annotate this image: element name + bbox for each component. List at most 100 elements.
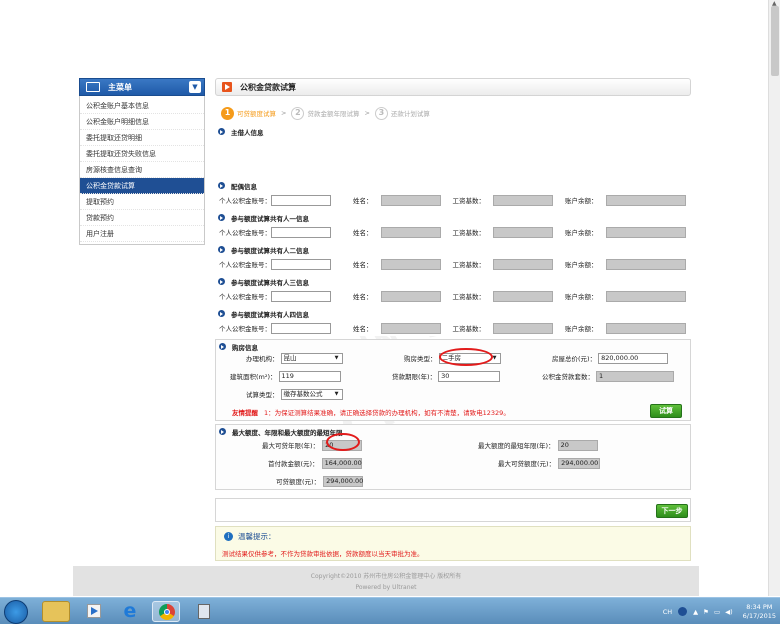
account-input[interactable] bbox=[271, 322, 331, 334]
menu-item-loan-appointment[interactable]: 贷款预约 bbox=[80, 210, 204, 226]
calculator-icon[interactable] bbox=[190, 601, 218, 622]
co-owner-3-block: 参与额度试算共有人三信息 个人公积金账号： 姓名： 工资基数： 账户余额： bbox=[215, 277, 691, 309]
tip-row: 友情提醒 1：为保证测算结果准确，请正确选择贷款的办理机构，如有不清楚，请致电1… bbox=[232, 406, 510, 418]
name-label: 姓名： bbox=[353, 293, 373, 301]
step-2-label: 贷款金额年限试算 bbox=[307, 110, 360, 118]
vertical-scrollbar[interactable]: ▲ bbox=[768, 0, 780, 596]
name-field bbox=[380, 194, 441, 206]
notice-header: i 温馨提示： bbox=[224, 531, 276, 542]
field-row: 个人公积金账号： 姓名： 工资基数： 账户余额： bbox=[219, 258, 686, 270]
section-arrow-icon bbox=[219, 428, 226, 435]
page-footer: Copyright©2010 苏州市住房公积金管理中心 版权所有 Powered… bbox=[73, 566, 699, 596]
step-3-badge: 3 bbox=[374, 106, 388, 120]
field-row: 个人公积金账号： 姓名： 工资基数： 账户余额： bbox=[219, 322, 686, 334]
flag-icon[interactable]: ⚑ bbox=[703, 608, 709, 616]
main-menu-header[interactable]: 主菜单 ▼ bbox=[79, 78, 205, 96]
balance-label: 账户余额： bbox=[565, 261, 598, 269]
area-input[interactable]: 119 bbox=[278, 370, 341, 382]
balance-label: 账户余额： bbox=[565, 197, 598, 205]
step-arrow-icon: > bbox=[281, 109, 287, 117]
total-price-row: 房屋总价(元)： 820,000.00 bbox=[552, 352, 669, 364]
clock-date: 6/17/2015 bbox=[742, 611, 776, 620]
co-owner-1-block: 参与额度试算共有人一信息 个人公积金账号： 姓名： 工资基数： 账户余额： bbox=[215, 213, 691, 245]
times-field: 1 bbox=[596, 370, 674, 382]
tip-text: 1：为保证测算结果准确，请正确选择贷款的办理机构，如有不清楚，请致电12329。 bbox=[264, 409, 510, 417]
loanable-field: 294,000.00 bbox=[323, 475, 363, 487]
max-amount-label: 最大可贷额度(元)： bbox=[498, 460, 556, 468]
formula-select[interactable]: 缴存基数公式 ▼ bbox=[280, 388, 343, 400]
main-panel: 公积金贷款试算 1 可贷额度试算 > 2 贷款金额年限试算 > 3 还款计划试算… bbox=[215, 78, 691, 137]
notice-text: 测试结果仅供参考，不作为贷款审批依据，贷款额度以当天审批为准。 bbox=[222, 550, 424, 558]
menu-item-entrust-detail[interactable]: 委托提取还贷明细 bbox=[80, 130, 204, 146]
scrollbar-thumb[interactable] bbox=[771, 6, 779, 76]
account-input[interactable] bbox=[271, 194, 331, 206]
balance-field bbox=[605, 258, 686, 270]
loanable-label: 可贷额度(元)： bbox=[276, 478, 321, 486]
years-input[interactable]: 30 bbox=[438, 370, 501, 382]
section-title: 参与额度试算共有人三信息 bbox=[231, 278, 309, 287]
balance-label: 账户余额： bbox=[565, 293, 598, 301]
chrome-icon[interactable] bbox=[152, 601, 180, 622]
language-indicator[interactable]: CH bbox=[663, 608, 672, 616]
main-borrower-title: 主借人信息 bbox=[231, 128, 264, 137]
menu-item-register[interactable]: 用户注册 bbox=[80, 226, 204, 242]
account-input[interactable] bbox=[271, 226, 331, 238]
help-icon[interactable] bbox=[678, 607, 688, 616]
max-years-label: 最大可贷年限(年)： bbox=[262, 442, 320, 450]
salary-field bbox=[493, 226, 553, 238]
menu-item-house-check[interactable]: 房源核查信息查询 bbox=[80, 162, 204, 178]
step-1-label: 可贷额度试算 bbox=[237, 110, 276, 118]
agency-row: 办理机构： 昆山 ▼ bbox=[246, 352, 343, 364]
section-title: 参与额度试算共有人二信息 bbox=[231, 246, 309, 255]
years-row: 贷款期限(年)： 30 bbox=[392, 370, 501, 382]
monitor-icon bbox=[86, 82, 100, 92]
total-price-label: 房屋总价(元)： bbox=[552, 355, 597, 363]
agency-select[interactable]: 昆山 ▼ bbox=[280, 352, 343, 364]
total-price-input[interactable]: 820,000.00 bbox=[598, 352, 669, 364]
network-icon[interactable]: ▭ bbox=[714, 608, 720, 616]
salary-field bbox=[493, 290, 553, 302]
tray-up-arrow-icon[interactable]: ▲ bbox=[693, 608, 698, 616]
next-button[interactable]: 下一步 bbox=[656, 504, 688, 518]
down-payment-row: 首付款金额(元)： 164,000.00 bbox=[268, 457, 362, 469]
start-button-icon[interactable] bbox=[4, 600, 28, 624]
name-field bbox=[380, 322, 441, 334]
highlight-circle-max-years bbox=[326, 433, 360, 451]
result-section: 最大额度、年限和最大额度的最短年限 最大可贷年限(年)： 20 最大额度的最短年… bbox=[215, 424, 691, 490]
field-row: 个人公积金账号： 姓名： 工资基数： 账户余额： bbox=[219, 290, 686, 302]
name-label: 姓名： bbox=[353, 197, 373, 205]
balance-field bbox=[605, 290, 686, 302]
balance-field bbox=[605, 194, 686, 206]
name-field bbox=[380, 258, 441, 270]
section-arrow-icon bbox=[218, 246, 225, 253]
menu-item-account-info[interactable]: 公积金账户基本信息 bbox=[80, 98, 204, 114]
area-label: 建筑面积(m²)： bbox=[230, 373, 277, 381]
formula-label: 试算类型： bbox=[246, 391, 279, 399]
result-title: 最大额度、年限和最大额度的最短年限 bbox=[232, 428, 343, 437]
menu-item-account-detail[interactable]: 公积金账户明细信息 bbox=[80, 114, 204, 130]
caret-down-icon: ▼ bbox=[334, 354, 339, 361]
purchase-title: 购房信息 bbox=[232, 343, 258, 352]
name-label: 姓名： bbox=[353, 229, 373, 237]
times-row: 公积金贷款套数： 1 bbox=[542, 370, 674, 382]
file-explorer-icon[interactable] bbox=[42, 601, 70, 622]
next-bar: 下一步 bbox=[215, 498, 691, 522]
internet-explorer-icon[interactable]: e bbox=[116, 601, 144, 622]
media-player-icon[interactable] bbox=[80, 601, 108, 622]
account-input[interactable] bbox=[271, 258, 331, 270]
name-label: 姓名： bbox=[353, 261, 373, 269]
volume-icon[interactable]: ◀) bbox=[725, 608, 733, 616]
calc-button[interactable]: 试算 bbox=[650, 404, 682, 418]
main-menu-title: 主菜单 bbox=[108, 82, 132, 92]
chevron-down-icon[interactable]: ▼ bbox=[189, 81, 201, 93]
loanable-row: 可贷额度(元)： 294,000.00 bbox=[276, 475, 363, 487]
min-years-label: 最大额度的最短年限(年)： bbox=[478, 442, 555, 450]
menu-item-entrust-failed[interactable]: 委托提取还贷失败信息 bbox=[80, 146, 204, 162]
account-label: 个人公积金账号： bbox=[219, 229, 271, 237]
account-input[interactable] bbox=[271, 290, 331, 302]
menu-item-withdraw-appointment[interactable]: 提取预约 bbox=[80, 194, 204, 210]
account-label: 个人公积金账号： bbox=[219, 197, 271, 205]
clock[interactable]: 8:34 PM 6/17/2015 bbox=[743, 603, 776, 621]
menu-item-loan-calc[interactable]: 公积金贷款试算 bbox=[80, 178, 204, 194]
salary-field bbox=[493, 194, 553, 206]
